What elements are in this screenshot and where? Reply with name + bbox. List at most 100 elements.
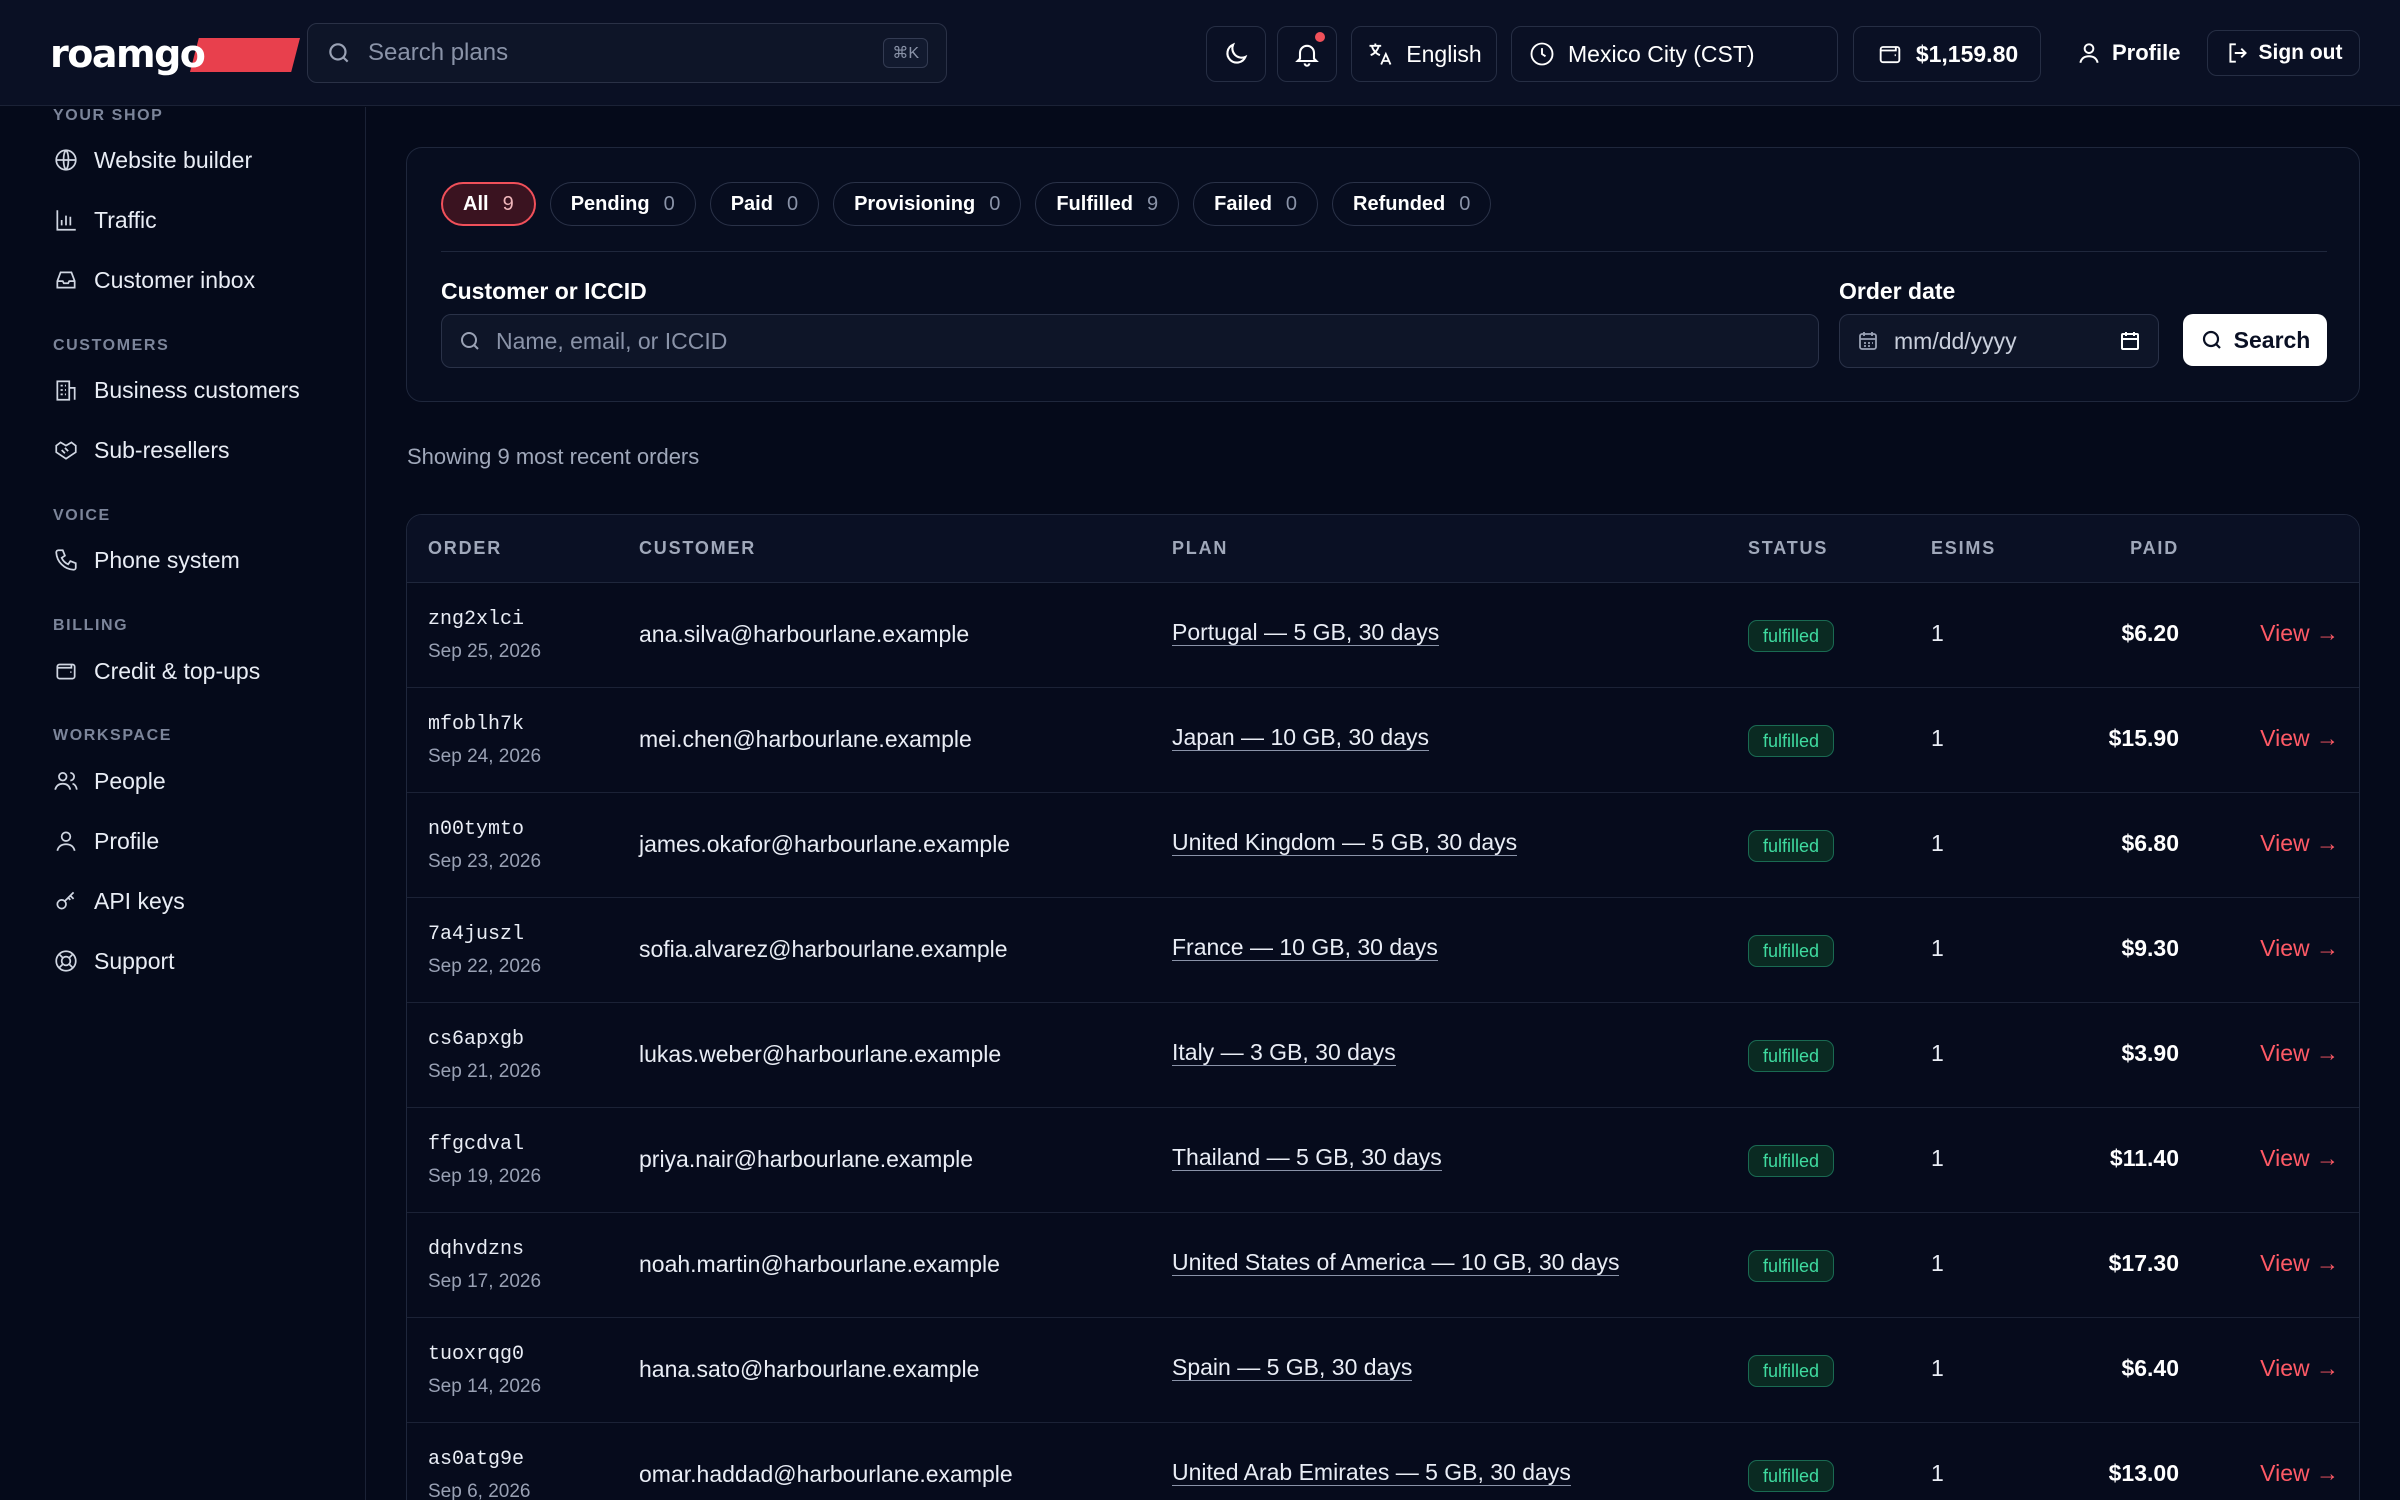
- table-row[interactable]: 7a4juszl Sep 22, 2026 sofia.alvarez@harbou…: [407, 898, 2359, 1003]
- view-order-link[interactable]: View →: [2260, 830, 2339, 857]
- sidebar-item-credit-top-ups[interactable]: Credit & top-ups: [40, 647, 350, 695]
- order-date-placeholder: mm/dd/yyyy: [1894, 327, 2017, 354]
- sidebar-item-profile[interactable]: Profile: [40, 817, 350, 865]
- plan-link[interactable]: United States of America — 10 GB, 30 day…: [1172, 1251, 1620, 1276]
- paid-amount: $17.30: [2108, 1250, 2179, 1276]
- table-row[interactable]: mfoblh7k Sep 24, 2026 mei.chen@harbourlane…: [407, 688, 2359, 793]
- view-order-link[interactable]: View →: [2260, 1040, 2339, 1067]
- sidebar-item-customer-inbox[interactable]: Customer inbox: [40, 256, 350, 304]
- sidebar-item-business-customers[interactable]: Business customers: [40, 366, 350, 414]
- sidebar-item-label: Credit & top-ups: [94, 657, 261, 684]
- view-order-link[interactable]: View →: [2260, 1460, 2339, 1487]
- order-id[interactable]: as0atg9e: [428, 1448, 524, 1471]
- esim-count: 1: [1931, 620, 1944, 646]
- table-row[interactable]: cs6apxgb Sep 21, 2026 lukas.weber@harbourl…: [407, 1003, 2359, 1108]
- order-id[interactable]: 7a4juszl: [428, 923, 524, 946]
- paid-amount: $11.40: [2109, 1145, 2179, 1171]
- profile-link[interactable]: Profile: [2076, 30, 2180, 76]
- column-header-paid: PAID: [2130, 538, 2179, 558]
- globe-icon: [55, 149, 77, 171]
- customer-email: omar.haddad@harbourlane.example: [639, 1461, 1013, 1487]
- filter-tab-provisioning[interactable]: Provisioning 0: [833, 182, 1022, 226]
- view-order-link[interactable]: View →: [2260, 725, 2339, 752]
- order-id[interactable]: n00tymto: [428, 818, 524, 841]
- search-icon: [329, 43, 349, 63]
- paid-amount: $9.30: [2121, 935, 2179, 961]
- search-button[interactable]: Search: [2183, 314, 2327, 366]
- paid-amount: $13.00: [2108, 1460, 2179, 1486]
- plan-link[interactable]: United Arab Emirates — 5 GB, 30 days: [1172, 1461, 1571, 1486]
- view-order-link[interactable]: View →: [2260, 1250, 2339, 1277]
- plan-link[interactable]: France — 10 GB, 30 days: [1172, 936, 1438, 961]
- language-select[interactable]: English: [1351, 26, 1497, 82]
- balance-button[interactable]: $1,159.80: [1853, 26, 2041, 82]
- order-filter-card: All 9 Pending 0 Paid 0 Provisioning 0 Fu…: [406, 147, 2360, 402]
- sidebar-item-label: Sub-resellers: [94, 436, 230, 463]
- table-row[interactable]: tuoxrqg0 Sep 14, 2026 hana.sato@harbourlan…: [407, 1318, 2359, 1423]
- view-order-link[interactable]: View →: [2260, 935, 2339, 962]
- sidebar-item-phone-system[interactable]: Phone system: [40, 536, 350, 584]
- view-order-link[interactable]: View →: [2260, 620, 2339, 647]
- search-shortcut: ⌘K: [883, 38, 928, 68]
- top-bar: roamgo Search plans ⌘K English Mexico Ci…: [0, 0, 2400, 106]
- plan-link[interactable]: Portugal — 5 GB, 30 days: [1172, 621, 1440, 646]
- clock-icon: [1530, 42, 1554, 66]
- order-date: Sep 6, 2026: [428, 1481, 531, 1500]
- order-id[interactable]: zng2xlci: [428, 608, 524, 631]
- order-id[interactable]: cs6apxgb: [428, 1028, 524, 1051]
- table-row[interactable]: n00tymto Sep 23, 2026 james.okafor@harbour…: [407, 793, 2359, 898]
- table-row[interactable]: as0atg9e Sep 6, 2026 omar.haddad@harbourla…: [407, 1423, 2359, 1500]
- filter-tab-refunded[interactable]: Refunded 0: [1332, 182, 1492, 226]
- plan-link[interactable]: Italy — 3 GB, 30 days: [1172, 1041, 1396, 1066]
- sidebar-item-label: Support: [94, 947, 175, 974]
- plan-link[interactable]: Thailand — 5 GB, 30 days: [1172, 1146, 1442, 1171]
- plan-link[interactable]: Spain — 5 GB, 30 days: [1172, 1356, 1413, 1381]
- sidebar-item-label: Business customers: [94, 376, 300, 403]
- status-filter-tabs: All 9 Pending 0 Paid 0 Provisioning 0 Fu…: [441, 182, 1492, 226]
- order-id[interactable]: tuoxrqg0: [428, 1343, 524, 1366]
- view-order-link[interactable]: View →: [2260, 1355, 2339, 1382]
- order-id[interactable]: dqhvdzns: [428, 1238, 524, 1261]
- order-date: Sep 17, 2026: [428, 1271, 542, 1292]
- notifications-button[interactable]: [1277, 26, 1337, 82]
- filter-tab-failed[interactable]: Failed 0: [1193, 182, 1319, 226]
- order-date-input[interactable]: mm/dd/yyyy: [1839, 314, 2159, 368]
- status-badge: fulfilled: [1748, 1250, 1835, 1282]
- sidebar-item-label: Phone system: [94, 546, 240, 573]
- order-date: Sep 25, 2026: [428, 641, 542, 662]
- filter-tab-fulfilled[interactable]: Fulfilled 9: [1035, 182, 1180, 226]
- theme-toggle-button[interactable]: [1206, 26, 1266, 82]
- sidebar-item-people[interactable]: People: [40, 757, 350, 805]
- sidebar-item-traffic[interactable]: Traffic: [40, 196, 350, 244]
- sidebar-item-support[interactable]: Support: [40, 937, 350, 985]
- filter-tab-paid[interactable]: Paid 0: [709, 182, 820, 226]
- filter-tab-count: 0: [1459, 192, 1471, 215]
- filter-tab-all[interactable]: All 9: [441, 182, 536, 226]
- table-row[interactable]: ffgcdval Sep 19, 2026 priya.nair@harbourla…: [407, 1108, 2359, 1213]
- timezone-label: Mexico City (CST): [1568, 40, 1755, 67]
- customer-email: priya.nair@harbourlane.example: [639, 1146, 974, 1172]
- sidebar-item-sub-resellers[interactable]: Sub-resellers: [40, 426, 350, 474]
- calendar-picker-icon[interactable]: [2118, 329, 2142, 353]
- customer-search-input[interactable]: Name, email, or ICCID: [441, 314, 1819, 368]
- table-row[interactable]: dqhvdzns Sep 17, 2026 noah.martin@harbourl…: [407, 1213, 2359, 1318]
- customer-email: noah.martin@harbourlane.example: [639, 1251, 1000, 1277]
- filter-tab-label: Provisioning: [854, 192, 976, 215]
- search-placeholder: Search plans: [368, 39, 509, 66]
- handshake-icon: [55, 441, 77, 460]
- timezone-select[interactable]: Mexico City (CST): [1511, 26, 1838, 82]
- order-date: Sep 24, 2026: [428, 746, 542, 767]
- plan-link[interactable]: United Kingdom — 5 GB, 30 days: [1172, 831, 1518, 856]
- order-id[interactable]: mfoblh7k: [428, 713, 524, 736]
- sidebar-item-api-keys[interactable]: API keys: [40, 877, 350, 925]
- view-order-link[interactable]: View →: [2260, 1145, 2339, 1172]
- sign-out-button[interactable]: Sign out: [2207, 30, 2360, 76]
- plan-link[interactable]: Japan — 10 GB, 30 days: [1172, 726, 1429, 751]
- table-row[interactable]: zng2xlci Sep 25, 2026 ana.silva@harbourlan…: [407, 583, 2359, 688]
- plan-search-input[interactable]: Search plans ⌘K: [307, 23, 947, 83]
- sidebar-item-website-builder[interactable]: Website builder: [40, 136, 350, 184]
- brand-logo[interactable]: roamgo: [50, 30, 300, 78]
- user-icon: [2079, 43, 2099, 64]
- order-id[interactable]: ffgcdval: [428, 1133, 524, 1156]
- filter-tab-pending[interactable]: Pending 0: [549, 182, 696, 226]
